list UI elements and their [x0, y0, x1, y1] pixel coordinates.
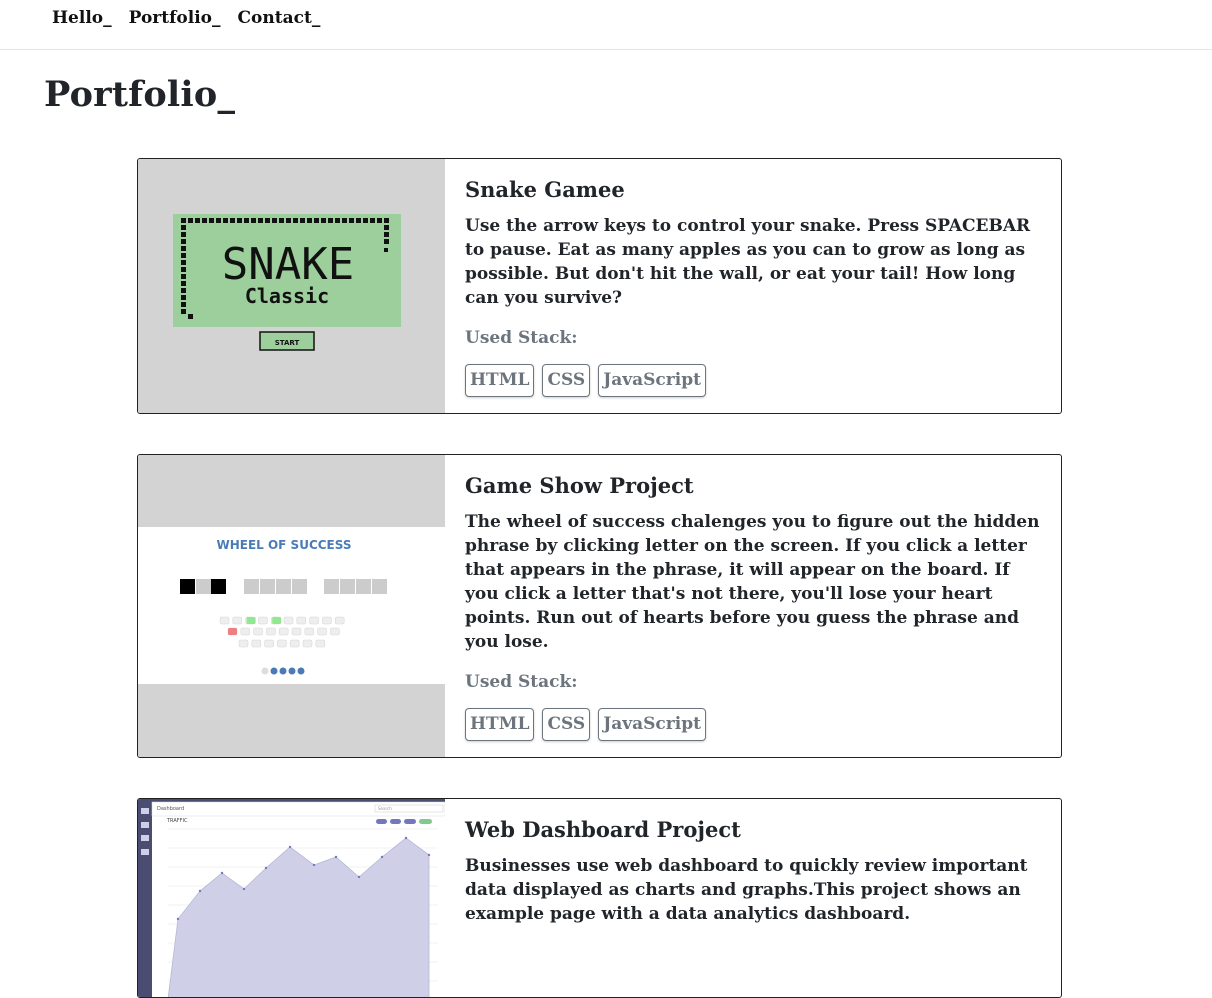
snake-logo: SNAKE	[222, 239, 354, 290]
dashboard-header: Dashboard	[157, 806, 184, 812]
project-title[interactable]: Web Dashboard Project	[465, 817, 1041, 842]
stack-tags: HTML CSS JavaScript	[465, 364, 1041, 397]
tag-css: CSS	[542, 708, 591, 741]
snake-start-label: START	[275, 339, 300, 347]
used-stack-label: Used Stack:	[465, 328, 578, 348]
nav-link-contact[interactable]: Contact_	[238, 10, 321, 27]
dashboard-thumbnail[interactable]: Dashboard Search TRAFFIC	[138, 799, 445, 997]
project-card-game-show[interactable]: WHEEL OF SUCCESS Game Show Project The w…	[137, 454, 1062, 758]
nav-link-portfolio[interactable]: Portfolio_	[129, 10, 221, 27]
project-description: Businesses use web dashboard to quickly …	[465, 856, 1028, 924]
tag-html: HTML	[465, 364, 535, 397]
wheel-of-success-screenshot: WHEEL OF SUCCESS	[138, 527, 445, 684]
tag-javascript: JavaScript	[598, 364, 706, 397]
project-card-dashboard[interactable]: Dashboard Search TRAFFIC Web Dashboard P…	[137, 798, 1062, 998]
game-show-thumbnail[interactable]: WHEEL OF SUCCESS	[138, 455, 445, 757]
snake-card-body: Snake Gamee Use the arrow keys to contro…	[445, 159, 1061, 413]
used-stack-label: Used Stack:	[465, 672, 578, 692]
page-title: Portfolio_	[44, 74, 236, 115]
snake-thumbnail[interactable]: SNAKE Classic START	[138, 159, 445, 413]
tag-html: HTML	[465, 708, 535, 741]
dashboard-search: Search	[378, 806, 392, 811]
tag-css: CSS	[542, 364, 591, 397]
dashboard-section-title: TRAFFIC	[166, 818, 188, 824]
top-nav: Hello_ Portfolio_ Contact_	[0, 0, 1212, 50]
stack-tags: HTML CSS JavaScript	[465, 708, 1041, 741]
snake-game-screenshot: SNAKE Classic START	[173, 214, 401, 351]
project-description: Use the arrow keys to control your snake…	[465, 216, 1031, 308]
snake-logo-sub: Classic	[245, 284, 329, 308]
wheel-heading: WHEEL OF SUCCESS	[216, 538, 351, 552]
nav-link-hello[interactable]: Hello_	[52, 10, 112, 27]
project-title[interactable]: Snake Gamee	[465, 177, 1041, 202]
project-card-snake[interactable]: SNAKE Classic START Snake Gamee Use the …	[137, 158, 1062, 414]
dashboard-screenshot: Dashboard Search TRAFFIC	[138, 799, 445, 997]
project-title[interactable]: Game Show Project	[465, 473, 1041, 498]
project-description: The wheel of success chalenges you to fi…	[465, 512, 1040, 652]
dashboard-card-body: Web Dashboard Project Businesses use web…	[445, 799, 1061, 997]
tag-javascript: JavaScript	[598, 708, 706, 741]
game-show-card-body: Game Show Project The wheel of success c…	[445, 455, 1061, 757]
